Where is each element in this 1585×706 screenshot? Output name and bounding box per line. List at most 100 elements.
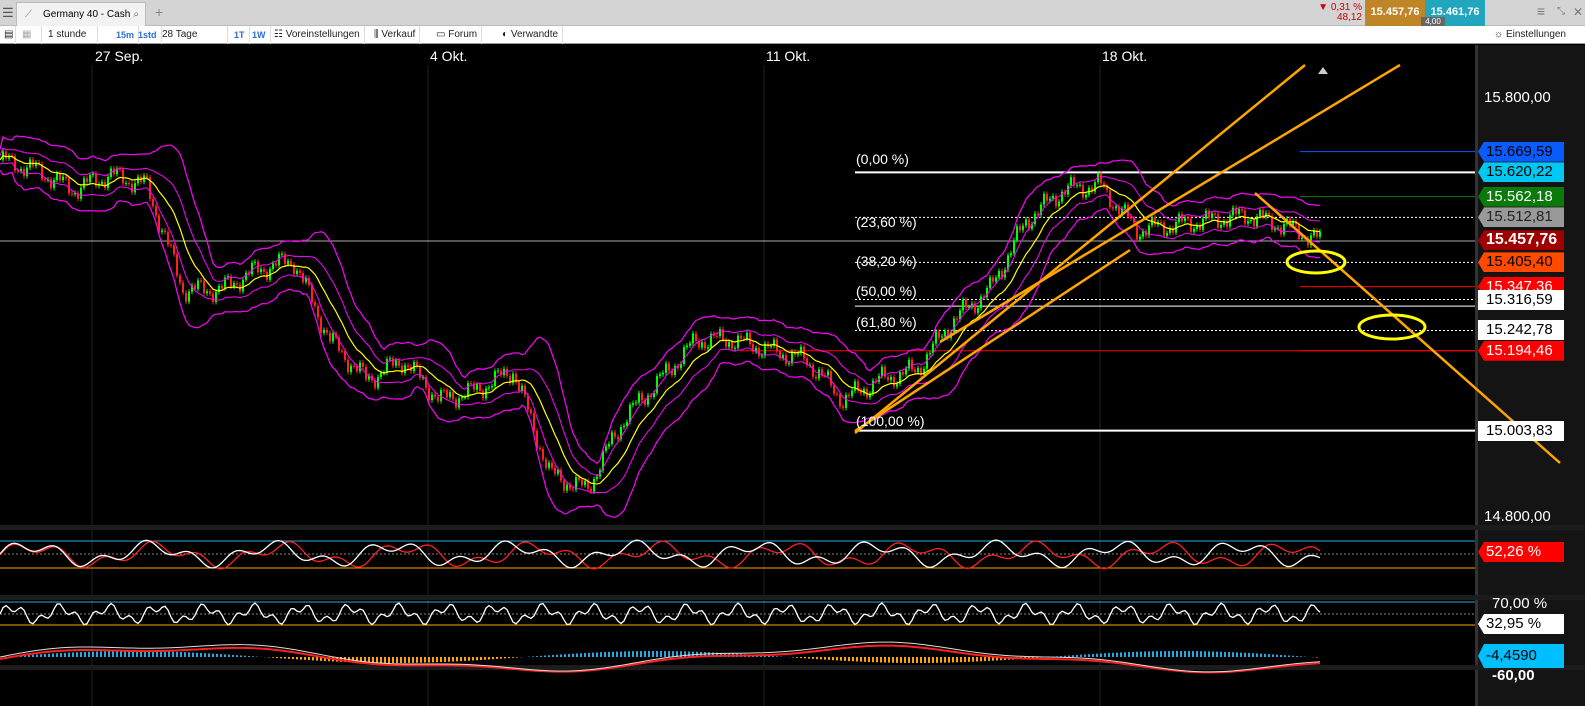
drag-handle-icon[interactable]: ≡ <box>1537 3 1545 19</box>
macd-histogram-bar <box>432 657 434 663</box>
macd-histogram-bar <box>512 657 514 658</box>
macd-histogram-bar <box>1316 657 1318 658</box>
macd-histogram-bar <box>44 653 46 657</box>
macd-histogram-bar <box>208 653 210 657</box>
macd-histogram-bar <box>1072 655 1074 657</box>
pane-divider <box>0 525 1585 530</box>
bid-button[interactable]: 15.457,76 <box>1365 0 1425 26</box>
menu-icon[interactable]: ☰ <box>2 5 14 21</box>
macd-histogram-bar <box>988 657 990 661</box>
range-1t-button[interactable]: 1T <box>230 26 250 44</box>
macd-histogram-bar <box>892 657 894 663</box>
add-tab-button[interactable]: + <box>155 4 163 20</box>
macd-histogram-bar <box>684 651 686 657</box>
candle <box>1163 222 1165 236</box>
candle <box>320 317 322 333</box>
layout-icon[interactable]: ▤ <box>0 26 16 44</box>
candle <box>281 253 283 255</box>
candle <box>212 293 214 302</box>
spread-badge: 4,00 <box>1421 17 1445 26</box>
macd-histogram-bar <box>1084 654 1086 657</box>
candle <box>704 342 706 349</box>
candle <box>1124 204 1126 209</box>
macd-histogram-bar <box>248 656 250 657</box>
candle <box>518 382 520 391</box>
macd-histogram-bar <box>928 657 930 663</box>
macd-lower-label: -60,00 <box>1492 667 1535 684</box>
candle <box>398 360 400 366</box>
price-axis-label: 14.800,00 <box>1484 508 1551 525</box>
gear-icon: ☼ <box>1494 29 1504 40</box>
chart-canvas[interactable] <box>0 45 1585 706</box>
candle <box>50 179 52 188</box>
candle <box>449 392 451 398</box>
range-1w-button[interactable]: 1W <box>248 26 271 44</box>
macd-histogram-bar <box>880 657 882 663</box>
candle <box>1019 226 1021 231</box>
candle <box>428 387 430 401</box>
macd-histogram-bar <box>824 657 826 660</box>
macd-histogram-bar <box>1228 652 1230 657</box>
candle <box>155 206 157 216</box>
candle <box>200 280 202 282</box>
macd-histogram-bar <box>536 656 538 657</box>
candle <box>92 173 94 176</box>
candle <box>1115 206 1117 209</box>
macd-histogram-bar <box>1116 652 1118 657</box>
settings-button[interactable]: ☼ Einstellungen <box>1490 26 1570 44</box>
macd-histogram-bar <box>172 651 174 657</box>
candle <box>1082 184 1084 198</box>
presets-button[interactable]: ☷ Voreinstellungen <box>270 26 365 44</box>
candle <box>641 393 643 401</box>
macd-histogram-bar <box>1136 651 1138 657</box>
range-select[interactable]: 28 Tage <box>158 26 228 44</box>
close-icon[interactable]: ✕ <box>1573 5 1583 19</box>
macd-histogram-bar <box>568 653 570 657</box>
macd-histogram-bar <box>868 657 870 663</box>
grid-icon[interactable]: ▦ <box>18 26 42 44</box>
macd-histogram-bar <box>1244 652 1246 657</box>
candle <box>317 305 319 318</box>
macd-histogram-bar <box>1180 651 1182 657</box>
candle <box>662 372 664 375</box>
macd-histogram-bar <box>804 657 806 659</box>
search-icon[interactable]: ⌕ <box>133 3 139 27</box>
minimize-icon[interactable]: ⤡ <box>1557 6 1565 17</box>
candle <box>701 342 703 348</box>
candle <box>827 371 829 376</box>
macd-histogram-bar <box>1288 655 1290 657</box>
macd-histogram-bar <box>916 657 918 663</box>
rsi-value-tag: 52,26 % <box>1478 542 1564 562</box>
macd-histogram-bar <box>300 657 302 660</box>
pane-divider <box>0 665 1585 670</box>
macd-histogram-bar <box>496 657 498 659</box>
macd-histogram-bar <box>852 657 854 662</box>
candle <box>617 436 619 440</box>
candle <box>836 393 838 395</box>
interval-select[interactable]: 1 stunde <box>44 26 98 44</box>
related-button[interactable]: ◐ Verwandte <box>498 26 564 44</box>
candle <box>260 269 262 273</box>
candle <box>437 396 439 402</box>
candle <box>419 366 421 378</box>
macd-histogram-bar <box>972 657 974 662</box>
price-tag: 15.242,78 <box>1478 320 1564 341</box>
macd-histogram-bar <box>812 657 814 659</box>
macd-histogram-bar <box>964 657 966 663</box>
price-tag: 15.316,59 <box>1478 289 1564 310</box>
candle <box>1166 232 1168 236</box>
candle <box>590 488 592 492</box>
candle <box>176 254 178 276</box>
candle <box>134 183 136 193</box>
sell-button[interactable]: ⫼ Verkauf <box>370 26 421 44</box>
forum-button[interactable]: ▭ Forum <box>432 26 483 44</box>
macd-histogram-bar <box>1216 651 1218 657</box>
candle <box>1085 194 1087 198</box>
chart-area[interactable]: 27 Sep. 4 Okt. 11 Okt. 18 Okt. 15.800,00… <box>0 45 1585 706</box>
tab-chart[interactable]: ⟋ Germany 40 - Cash ⌕ <box>16 2 146 27</box>
macd-histogram-bar <box>948 657 950 663</box>
macd-histogram-bar <box>800 657 802 659</box>
macd-histogram-bar <box>1236 652 1238 657</box>
related-label: Verwandte <box>510 29 559 40</box>
macd-histogram-bar <box>1224 651 1226 657</box>
